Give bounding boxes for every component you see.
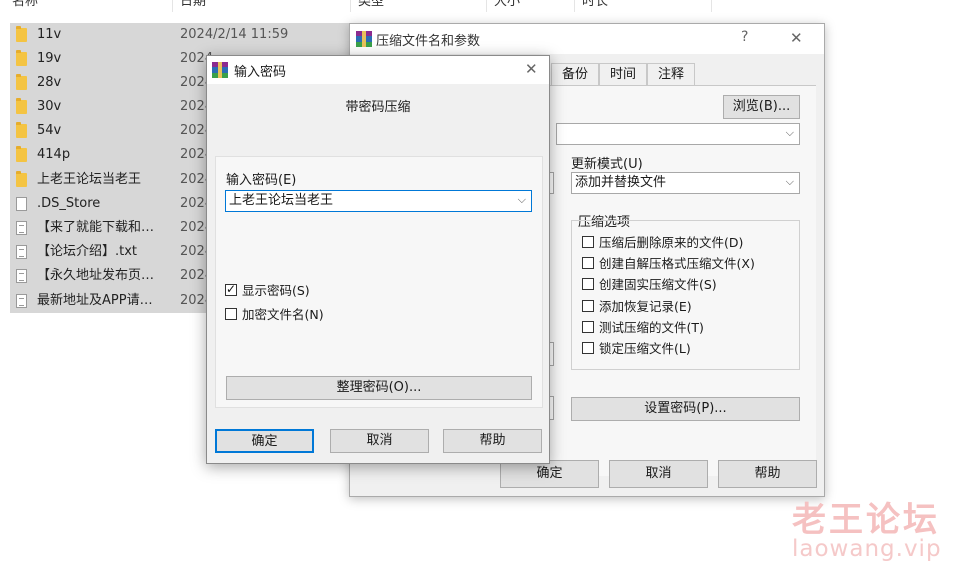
help-button[interactable]: 帮助 [443,429,542,453]
checkbox-label: 加密文件名(N) [242,307,324,322]
file-date: 2024/2/14 11:59 [180,27,289,42]
cancel-button[interactable]: 取消 [330,429,429,453]
update-mode-select[interactable]: 添加并替换文件 ⌵ [571,172,800,194]
checkbox-box[interactable] [582,342,594,354]
file-name: 【永久地址发布页… [37,268,155,283]
column-divider [172,0,173,12]
organize-passwords-button[interactable]: 整理密码(O)... [226,376,532,400]
checkbox-label: 显示密码(S) [242,283,310,298]
column-divider [486,0,487,12]
folder-icon [16,122,27,138]
chevron-down-icon[interactable]: ⌵ [518,193,526,207]
folder-icon [16,146,27,162]
winrar-icon [212,62,228,78]
checkbox-label: 创建固实压缩文件(S) [599,277,717,292]
explorer-column-header: 名称 日期 类型 大小 时长 [0,0,712,12]
compression-options-group: 压缩后删除原来的文件(D) 创建自解压格式压缩文件(X) 创建固实压缩文件(S)… [571,220,800,370]
sfx-checkbox[interactable]: 创建自解压格式压缩文件(X) [582,255,792,273]
checkbox-box[interactable] [582,321,594,333]
checkbox-label: 添加恢复记录(E) [599,299,692,314]
help-button[interactable]: 帮助 [718,460,817,488]
test-archive-checkbox[interactable]: 测试压缩的文件(T) [582,319,792,337]
checkbox-box[interactable] [582,257,594,269]
password-input[interactable]: 上老王论坛当老王 ⌵ [225,190,532,212]
update-mode-label: 更新模式(U) [571,157,643,172]
column-divider [350,0,351,12]
recovery-record-checkbox[interactable]: 添加恢复记录(E) [582,298,792,316]
column-size[interactable]: 大小 [494,0,520,12]
file-name: 54v [37,123,62,138]
folder-icon [16,74,27,90]
ok-button[interactable]: 确定 [500,460,599,488]
update-mode-value: 添加并替换文件 [575,175,667,190]
checkbox-label: 压缩后删除原来的文件(D) [599,235,744,250]
encrypt-filenames-checkbox[interactable]: 加密文件名(N) [225,306,425,324]
file-name: .DS_Store [37,196,101,211]
profile-label: 带密码压缩 [345,100,411,115]
column-divider [711,0,712,12]
watermark-url: laowang.vip [792,536,942,562]
checkbox-label: 测试压缩的文件(T) [599,320,704,335]
text-file-icon [16,294,27,308]
column-date[interactable]: 日期 [180,0,206,12]
file-name: 414p [37,147,71,162]
password-label: 输入密码(E) [226,173,297,188]
checkbox-label: 锁定压缩文件(L) [599,341,691,356]
file-name: 【论坛介绍】.txt [37,244,138,259]
password-dialog: 输入密码 ✕ 带密码压缩 输入密码(E) 上老王论坛当老王 ⌵ ✓ 显示密码(S… [206,55,550,464]
text-file-icon [16,245,27,259]
folder-icon [16,98,27,114]
checkbox-box[interactable] [225,308,237,320]
checkbox-box[interactable] [582,300,594,312]
checkbox-label: 创建自解压格式压缩文件(X) [599,256,755,271]
folder-icon [16,26,27,42]
password-dialog-titlebar[interactable]: 输入密码 ✕ [207,56,549,84]
archive-dialog-title: 压缩文件名和参数 [376,34,481,49]
text-file-icon [16,269,27,283]
tab-comment[interactable]: 注释 [647,63,695,85]
file-row[interactable]: 11v 2024/2/14 11:59 [10,23,355,47]
ok-button[interactable]: 确定 [215,429,314,453]
checkbox-box[interactable] [582,278,594,290]
browse-button[interactable]: 浏览(B)... [723,95,800,119]
file-name: 【来了就能下载和… [37,220,155,235]
tab-time[interactable]: 时间 [599,63,647,85]
tab-backup[interactable]: 备份 [551,63,599,85]
chevron-down-icon[interactable]: ⌵ [786,126,794,140]
checkbox-box[interactable] [582,236,594,248]
chevron-down-icon[interactable]: ⌵ [786,175,794,189]
check-icon: ✓ [226,282,237,296]
delete-files-checkbox[interactable]: 压缩后删除原来的文件(D) [582,234,792,252]
close-icon[interactable]: ✕ [790,30,803,46]
solid-archive-checkbox[interactable]: 创建固实压缩文件(S) [582,276,792,294]
folder-icon [16,50,27,66]
text-file-icon [16,221,27,235]
file-name: 28v [37,75,62,90]
file-icon [16,197,27,211]
password-dialog-title: 输入密码 [234,65,287,80]
folder-icon [16,171,27,187]
column-divider [574,0,575,12]
file-name: 30v [37,99,62,114]
column-type[interactable]: 类型 [358,0,384,12]
archive-dialog-titlebar[interactable]: 压缩文件名和参数 ? ✕ [350,24,824,54]
file-name: 最新地址及APP请… [37,293,153,308]
file-name: 19v [37,51,62,66]
file-name: 上老王论坛当老王 [37,172,142,187]
show-password-checkbox[interactable]: ✓ 显示密码(S) [225,282,425,300]
column-duration[interactable]: 时长 [582,0,608,12]
set-password-button[interactable]: 设置密码(P)... [571,397,800,421]
archive-name-combo[interactable]: ⌵ [556,123,800,145]
cancel-button[interactable]: 取消 [609,460,708,488]
watermark-logo: 老王论坛 [792,500,940,540]
password-value: 上老王论坛当老王 [229,193,334,208]
lock-archive-checkbox[interactable]: 锁定压缩文件(L) [582,340,792,358]
help-icon[interactable]: ? [741,29,748,45]
file-name: 11v [37,27,62,42]
winrar-icon [356,31,372,47]
close-icon[interactable]: ✕ [525,61,538,77]
checkbox-box[interactable]: ✓ [225,282,237,296]
column-name[interactable]: 名称 [12,0,38,12]
